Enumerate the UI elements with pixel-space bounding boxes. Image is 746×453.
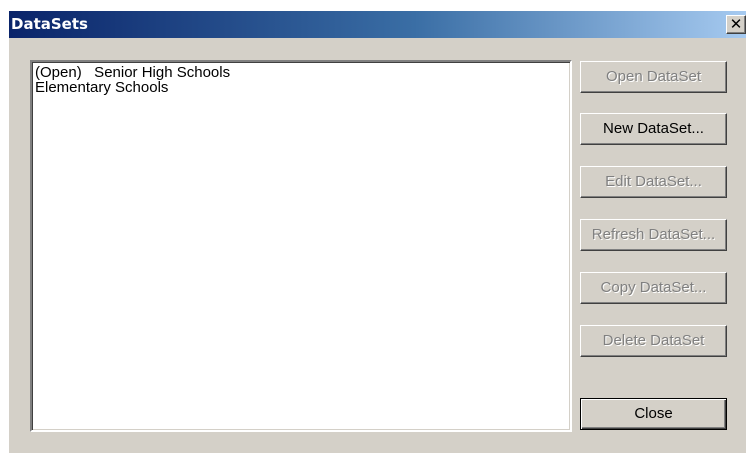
list-item-senior-high-schools[interactable]: (Open) Senior High Schools [35,65,568,80]
close-icon[interactable]: ✕ [726,15,746,34]
datasets-dialog: DataSets ✕ (Open) Senior High Schools El… [8,10,746,453]
open-dataset-button[interactable]: Open DataSet [580,61,727,93]
title-bar[interactable]: DataSets ✕ [9,11,746,38]
datasets-listbox[interactable]: (Open) Senior High Schools Elementary Sc… [30,60,572,432]
refresh-dataset-button[interactable]: Refresh DataSet... [580,219,727,251]
delete-dataset-button[interactable]: Delete DataSet [580,325,727,357]
edit-dataset-button[interactable]: Edit DataSet... [580,166,727,198]
close-button[interactable]: Close [580,398,727,430]
new-dataset-button[interactable]: New DataSet... [580,113,727,145]
list-item-elementary-schools[interactable]: Elementary Schools [35,80,568,95]
window-title: DataSets [11,15,88,33]
copy-dataset-button[interactable]: Copy DataSet... [580,272,727,304]
